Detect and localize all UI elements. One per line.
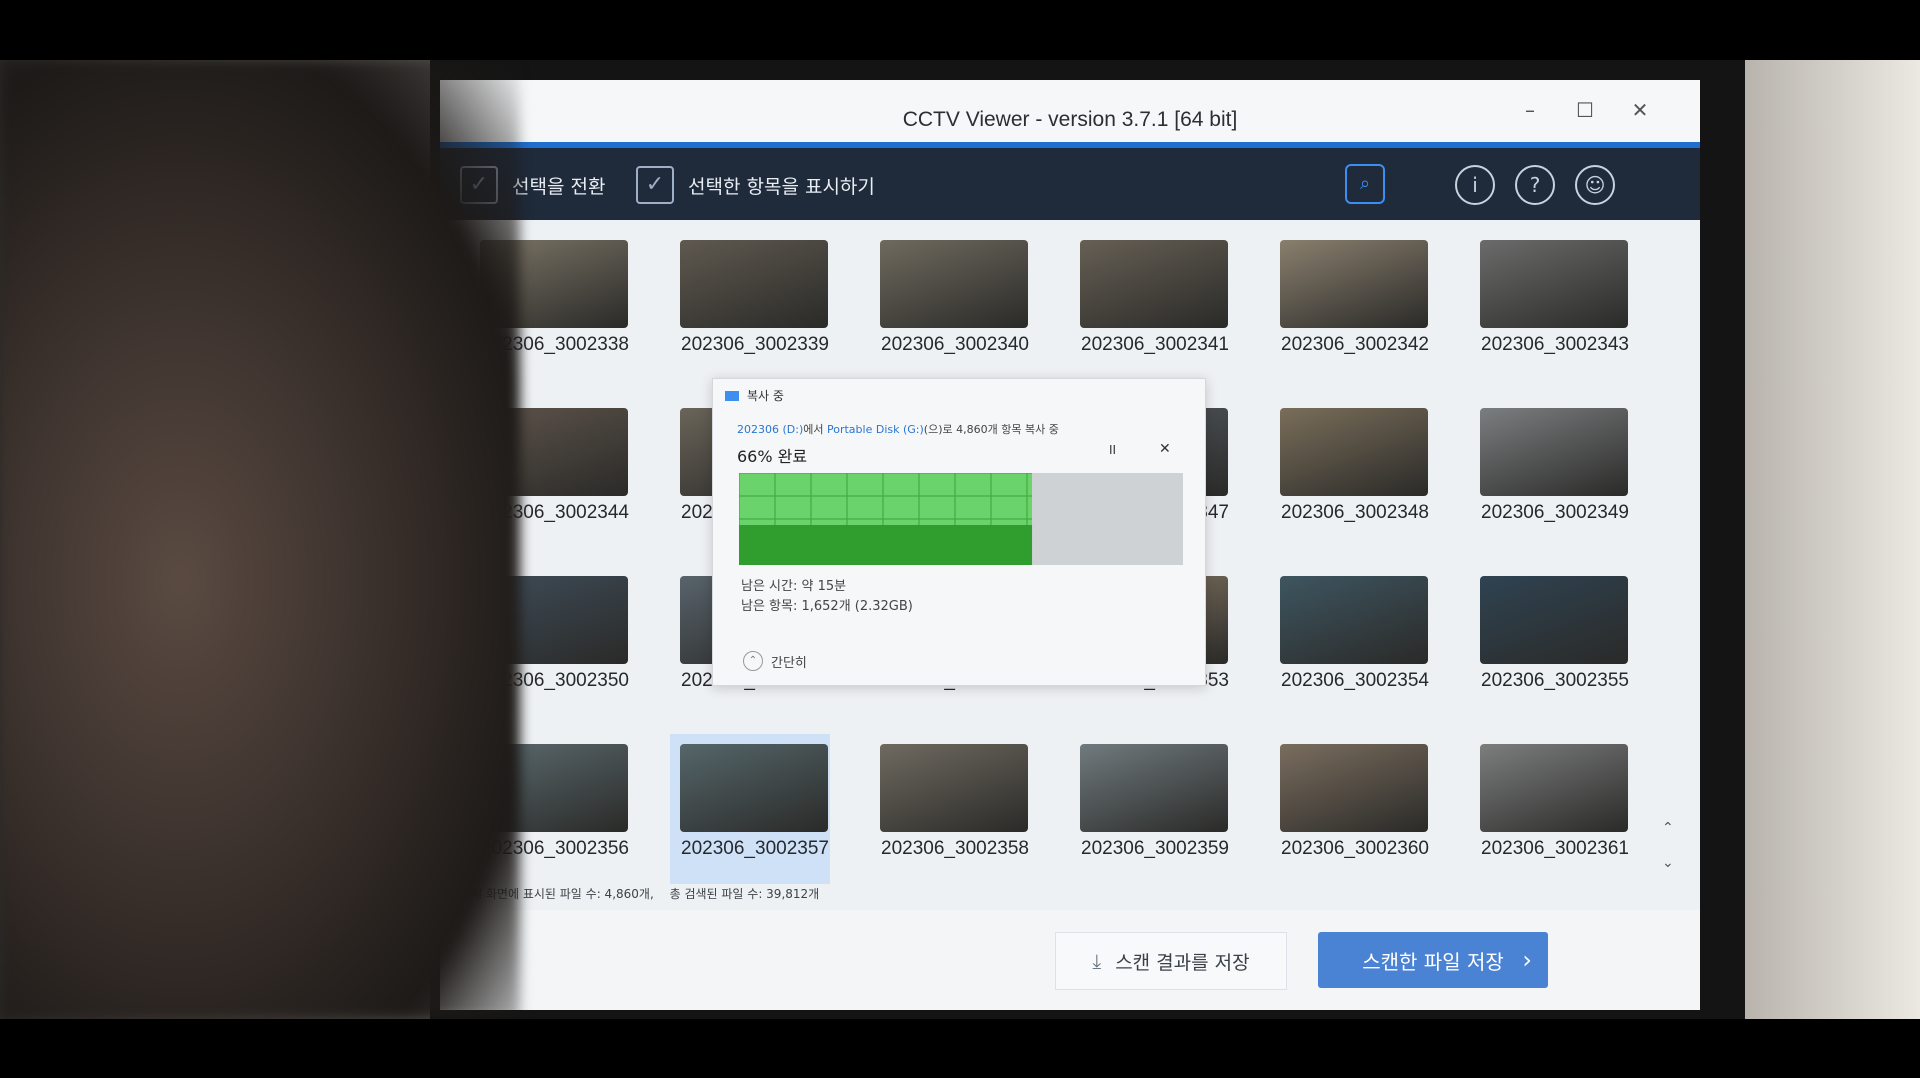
show-selected-button[interactable]: ✓ 선택한 항목을 표시하기 [636, 166, 875, 204]
thumbnail-item[interactable]: 202306_3002341 [1070, 230, 1230, 380]
toolbar: ✓ 선택을 전환 ✓ 선택한 항목을 표시하기 ⌕ i ? ☺ [440, 148, 1700, 220]
thumbnail-image[interactable] [1480, 408, 1628, 496]
footer: ⤓ 스캔 결과를 저장 스캔한 파일 저장 › [440, 910, 1700, 1010]
thumbnail-image[interactable] [880, 744, 1028, 832]
pause-button[interactable]: II [1109, 443, 1116, 457]
thumbnail-label: 202306_3002361 [1481, 838, 1629, 859]
thumbnail-item[interactable]: 202306_3002354 [1270, 566, 1430, 716]
copy-description: 202306 (D:)에서 Portable Disk (G:)(으)로 4,8… [737, 421, 1059, 437]
thumbnail-item[interactable]: 202306_3002359 [1070, 734, 1230, 884]
progress-chart [739, 473, 1183, 565]
save-scan-results-button[interactable]: ⤓ 스캔 결과를 저장 [1055, 932, 1287, 990]
thumbnail-image[interactable] [1480, 240, 1628, 328]
status-bar: 현재 화면에 표시된 파일 수: 4,860개, 총 검색된 파일 수: 39,… [460, 885, 1660, 909]
source-suffix: 에서 [803, 423, 824, 436]
letterbox-bottom [0, 1019, 1920, 1078]
thumbnail-label: 202306_3002358 [881, 838, 1029, 859]
copy-dialog: 복사 중 202306 (D:)에서 Portable Disk (G:)(으)… [712, 378, 1206, 686]
scroll-down-icon[interactable]: ⌄ [1662, 855, 1674, 871]
thumbnail-label: 202306_3002340 [881, 334, 1029, 355]
maximize-button[interactable]: ☐ [1570, 98, 1600, 122]
thumbnail-image[interactable] [1280, 576, 1428, 664]
speed-area [739, 525, 1033, 565]
close-button[interactable]: ✕ [1625, 98, 1655, 122]
help-icon[interactable]: ? [1515, 165, 1555, 205]
speed-graph [739, 473, 1033, 565]
title-bar: CCTV Viewer - version 3.7.1 [64 bit] – ☐… [440, 80, 1700, 142]
thumbnail-image[interactable] [1480, 744, 1628, 832]
window-title: CCTV Viewer - version 3.7.1 [64 bit] [902, 108, 1238, 131]
thumbnail-image[interactable] [1280, 240, 1428, 328]
copy-dialog-title: 복사 중 [725, 387, 784, 404]
show-selected-label: 선택한 항목을 표시하기 [688, 175, 875, 198]
thumbnail-label: 202306_3002360 [1281, 838, 1429, 859]
thumbnail-image[interactable] [1280, 744, 1428, 832]
items-remaining: 남은 항목: 1,652개 (2.32GB) [741, 599, 913, 614]
chevron-up-icon: ⌃ [743, 651, 763, 671]
thumbnail-label: 202306_3002342 [1281, 334, 1429, 355]
thumbnail-label: 202306_3002348 [1281, 502, 1429, 523]
thumbnail-image[interactable] [1080, 240, 1228, 328]
thumbnail-label: 202306_3002339 [681, 334, 829, 355]
target-suffix: (으)로 4,860개 항목 복사 중 [923, 423, 1059, 436]
chevron-right-icon: › [1522, 946, 1532, 974]
thumbnail-item[interactable]: 202306_3002358 [870, 734, 1030, 884]
progress-label: 66% 완료 [737, 447, 808, 466]
thumbnail-image[interactable] [880, 240, 1028, 328]
thumbnail-item[interactable]: 202306_3002348 [1270, 398, 1430, 548]
thumbnail-label: 202306_3002343 [1481, 334, 1629, 355]
thumbnail-label: 202306_3002341 [1081, 334, 1229, 355]
check-icon: ✓ [636, 166, 674, 204]
thumbnail-item[interactable]: 202306_3002342 [1270, 230, 1430, 380]
copy-dialog-title-text: 복사 중 [747, 389, 784, 403]
target-link[interactable]: Portable Disk (G:) [827, 423, 924, 436]
thumbnail-label: 202306_3002354 [1281, 670, 1429, 691]
thumbnail-label: 202306_3002355 [1481, 670, 1629, 691]
thumbnail-item[interactable]: 202306_3002343 [1470, 230, 1630, 380]
thumbnail-item[interactable]: 202306_3002340 [870, 230, 1030, 380]
scroll-up-icon[interactable]: ⌃ [1662, 820, 1674, 836]
source-link[interactable]: 202306 (D:) [737, 423, 803, 436]
letterbox-top [0, 0, 1920, 60]
toggle-selection-label: 선택을 전환 [512, 175, 606, 198]
thumbnail-item[interactable]: 202306_3002361 [1470, 734, 1630, 884]
save-scanned-files-button[interactable]: 스캔한 파일 저장 › [1318, 932, 1548, 988]
thumbnail-item[interactable]: 202306_3002355 [1470, 566, 1630, 716]
copy-icon [725, 390, 739, 401]
foreground-person-blur [0, 60, 520, 1019]
save-scan-results-label: 스캔 결과를 저장 [1115, 951, 1250, 974]
thumbnail-image[interactable] [1280, 408, 1428, 496]
save-scanned-files-label: 스캔한 파일 저장 [1362, 949, 1504, 974]
thumbnail-image[interactable] [1480, 576, 1628, 664]
time-remaining: 남은 시간: 약 15분 [741, 579, 847, 594]
scan-icon[interactable]: ⌕ [1345, 164, 1385, 204]
collapse-label: 간단히 [771, 655, 807, 671]
thumbnail-image[interactable] [680, 240, 828, 328]
thumbnail-image[interactable] [680, 744, 828, 832]
thumbnail-item[interactable]: 202306_3002360 [1270, 734, 1430, 884]
thumbnail-item[interactable]: 202306_3002339 [670, 230, 830, 380]
thumbnail-label: 202306_3002357 [681, 838, 829, 859]
thumbnail-label: 202306_3002349 [1481, 502, 1629, 523]
info-icon[interactable]: i [1455, 165, 1495, 205]
thumbnail-label: 202306_3002359 [1081, 838, 1229, 859]
collapse-button[interactable]: ⌃ 간단히 [743, 651, 807, 671]
minimize-button[interactable]: – [1515, 98, 1545, 122]
thumbnail-item[interactable]: 202306_3002349 [1470, 398, 1630, 548]
dialog-close-button[interactable]: ✕ [1159, 441, 1171, 457]
download-icon: ⤓ [1092, 949, 1102, 973]
background-wall [1745, 60, 1920, 1019]
thumbnail-image[interactable] [1080, 744, 1228, 832]
user-icon[interactable]: ☺ [1575, 165, 1615, 205]
total-found-count: 총 검색된 파일 수: 39,812개 [669, 887, 820, 901]
thumbnail-item[interactable]: 202306_3002357 [670, 734, 830, 884]
